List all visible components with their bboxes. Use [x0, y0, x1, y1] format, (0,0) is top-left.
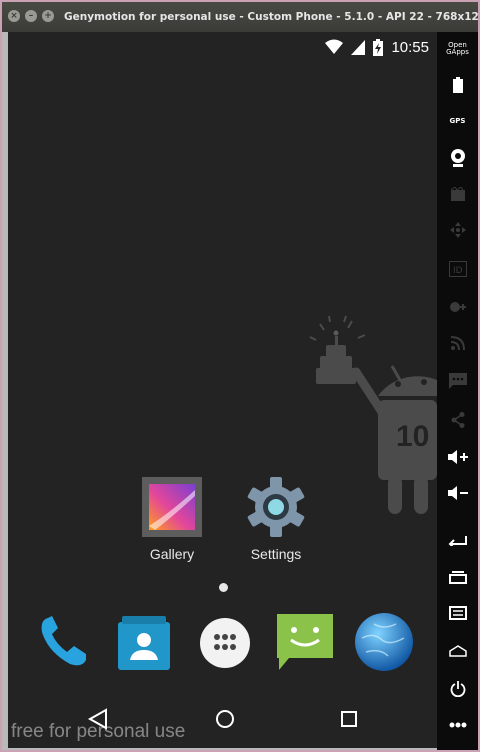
menu-icon	[448, 606, 467, 620]
settings-app[interactable]: Settings	[238, 476, 314, 562]
page-indicator-dot	[219, 583, 228, 592]
disk-io-button[interactable]	[437, 292, 478, 322]
window-titlebar[interactable]: × – + Genymotion for personal use - Cust…	[2, 2, 478, 32]
id-icon: ID	[448, 261, 467, 277]
genymotion-toolbar: Open GApps GPS ID	[437, 32, 478, 750]
settings-label: Settings	[250, 546, 302, 562]
rotate-icon	[448, 536, 467, 546]
home-toolbar-button[interactable]	[437, 636, 478, 666]
rotate-button[interactable]	[437, 525, 478, 555]
browser-globe-icon[interactable]	[354, 612, 414, 672]
battery-icon	[452, 77, 463, 93]
menu-button[interactable]	[437, 598, 478, 628]
sms-button[interactable]	[437, 366, 478, 396]
volume-up-icon	[447, 450, 468, 464]
id-label: ID	[453, 266, 463, 276]
dpad-button[interactable]	[437, 215, 478, 245]
device-id-button[interactable]: ID	[437, 254, 478, 284]
status-clock: 10:55	[391, 38, 429, 56]
more-button[interactable]	[437, 710, 478, 740]
disk-io-icon	[449, 302, 466, 312]
share-button[interactable]	[437, 405, 478, 435]
recent-apps-icon	[448, 571, 467, 584]
home-outline-icon	[448, 645, 467, 657]
media-button[interactable]	[437, 179, 478, 209]
settings-gear-icon	[247, 477, 305, 537]
power-icon	[450, 681, 465, 697]
minimize-window-button[interactable]: –	[25, 10, 37, 22]
sms-icon	[448, 373, 467, 389]
wallpaper-android-robot-icon: 10	[309, 315, 437, 514]
recent-apps-button[interactable]	[437, 562, 478, 592]
status-bar[interactable]: 10:55	[8, 32, 437, 62]
open-gapps-button[interactable]: Open GApps	[437, 34, 478, 64]
network-button[interactable]	[437, 328, 478, 358]
wifi-icon	[325, 39, 344, 54]
gallery-label: Gallery	[149, 546, 195, 562]
contacts-icon[interactable]	[118, 616, 170, 670]
signal-icon	[351, 39, 366, 55]
home-icon[interactable]	[210, 704, 240, 734]
recents-icon[interactable]	[334, 704, 364, 734]
network-icon	[450, 336, 465, 350]
media-icon	[450, 187, 465, 201]
messaging-icon[interactable]	[275, 612, 335, 674]
genymotion-window: × – + Genymotion for personal use - Cust…	[2, 2, 478, 750]
volume-up-button[interactable]	[437, 442, 478, 472]
gallery-app[interactable]: Gallery	[134, 476, 210, 562]
battery-button[interactable]	[437, 70, 478, 100]
maximize-window-button[interactable]: +	[42, 10, 54, 22]
battery-charging-icon	[373, 38, 384, 56]
volume-down-icon	[447, 486, 468, 500]
close-window-button[interactable]: ×	[8, 10, 20, 22]
android-screen[interactable]: 10:55 10 Gallery Settings free for perso…	[8, 32, 437, 748]
gps-icon: GPS	[449, 117, 466, 125]
power-button[interactable]	[437, 674, 478, 704]
window-controls: × – +	[8, 10, 54, 22]
gallery-icon	[142, 477, 202, 537]
dpad-icon	[449, 222, 466, 238]
personal-use-watermark: free for personal use	[11, 721, 186, 742]
open-gapps-label-gapps: GApps	[446, 48, 469, 56]
webcam-icon	[450, 149, 465, 167]
more-icon	[449, 722, 466, 728]
volume-down-button[interactable]	[437, 478, 478, 508]
webcam-button[interactable]	[437, 143, 478, 173]
app-drawer-icon[interactable]	[199, 617, 251, 669]
phone-icon[interactable]	[34, 612, 94, 672]
window-title: Genymotion for personal use - Custom Pho…	[64, 11, 478, 23]
share-icon	[451, 412, 464, 428]
easter-egg-number: 10	[396, 420, 429, 453]
gps-button[interactable]: GPS	[437, 106, 478, 136]
